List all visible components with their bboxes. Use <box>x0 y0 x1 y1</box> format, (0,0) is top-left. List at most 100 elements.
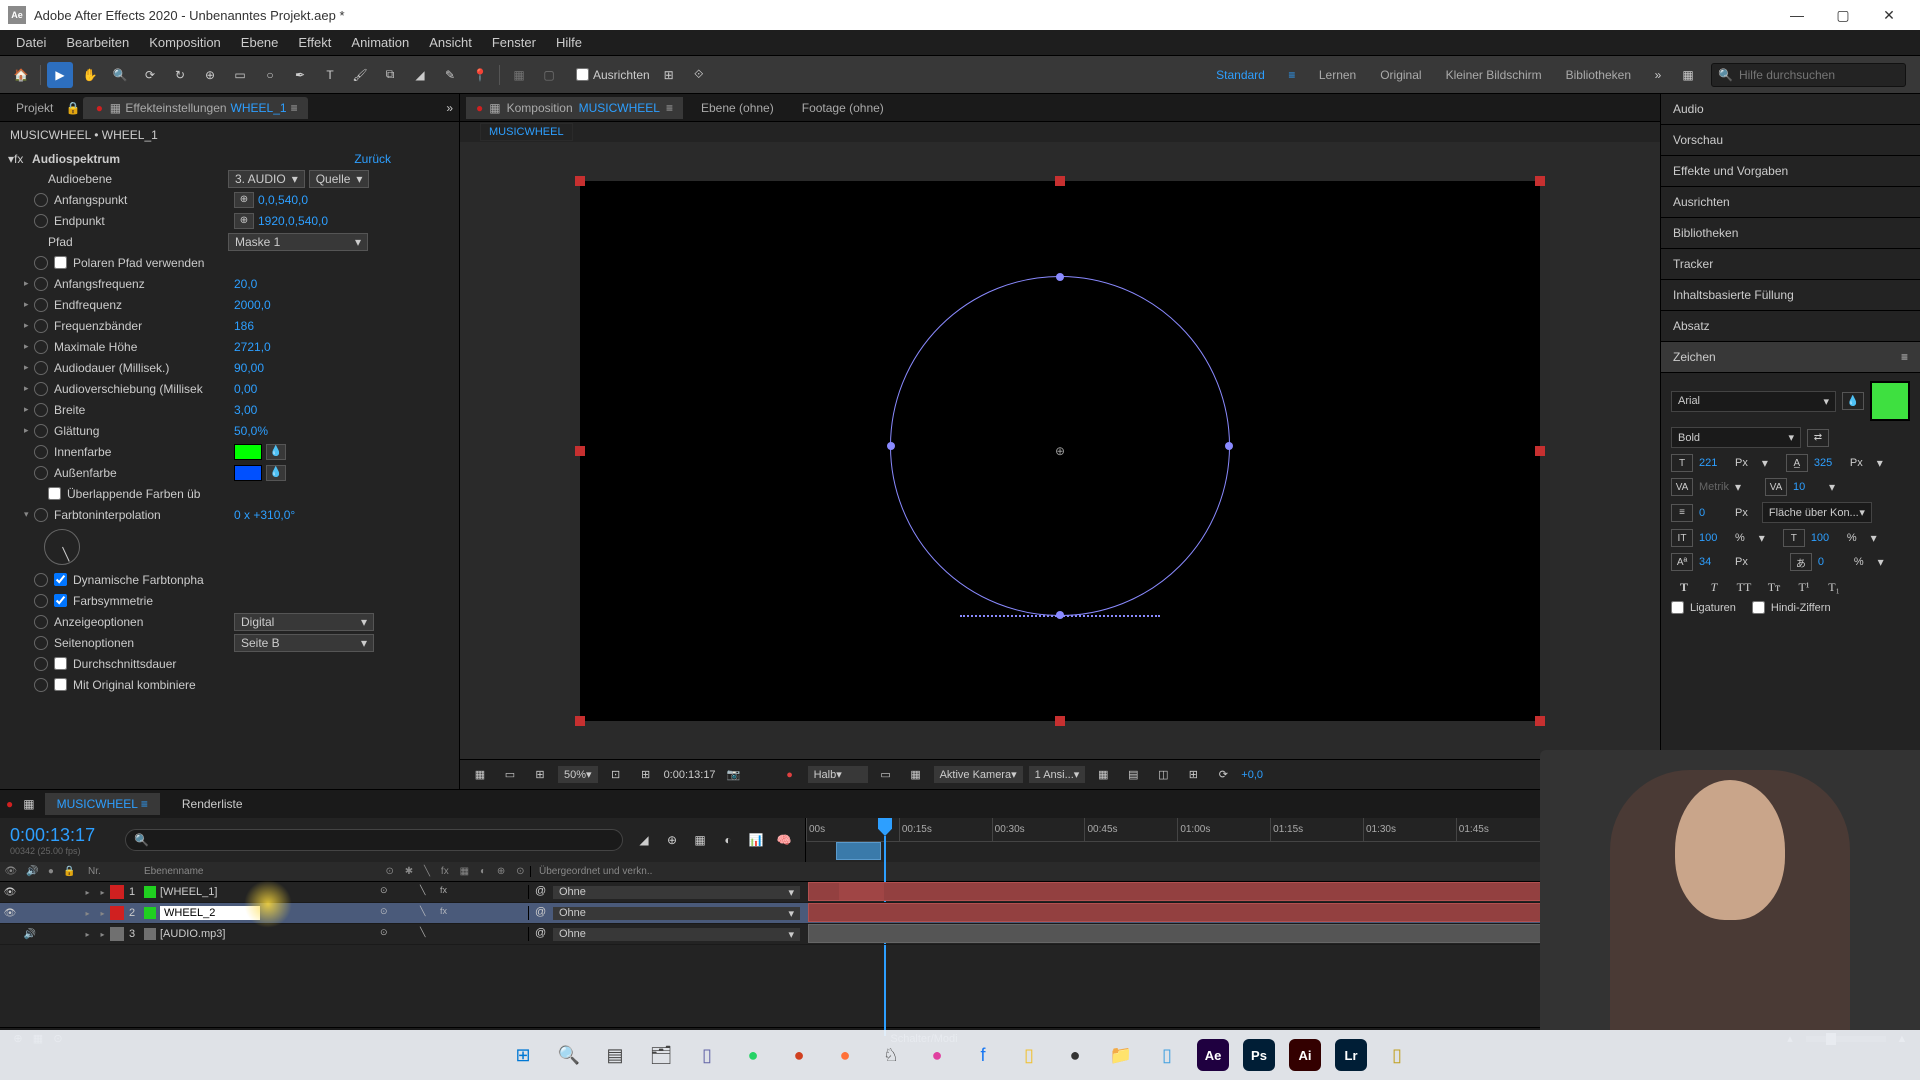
tl-motion-blur-icon[interactable]: ◐ <box>717 829 739 851</box>
panel-absatz[interactable]: Absatz <box>1661 311 1920 342</box>
stopwatch-anfangsfreq[interactable] <box>34 277 48 291</box>
baseline-value[interactable]: 0 <box>1699 507 1729 519</box>
vp-guides-icon[interactable]: ⊞ <box>528 764 552 786</box>
tri-icon[interactable]: ▸ <box>24 362 34 373</box>
vp-res-icon[interactable]: ⊡ <box>604 764 628 786</box>
stopwatch-farbsym[interactable] <box>34 594 48 608</box>
tl-shy-icon[interactable]: ◢ <box>633 829 655 851</box>
workspace-edit-icon[interactable]: ▦ <box>1675 62 1701 88</box>
stopwatch-polaren[interactable] <box>34 256 48 270</box>
taskbar-whatsapp[interactable]: ● <box>733 1035 773 1075</box>
taskbar-lr[interactable]: Lr <box>1331 1035 1371 1075</box>
layer-color-label[interactable] <box>110 885 124 899</box>
parent-dropdown[interactable]: Ohne <box>553 928 800 941</box>
layer-name[interactable] <box>140 906 370 920</box>
taskbar-app1[interactable]: ● <box>779 1035 819 1075</box>
menu-ebene[interactable]: Ebene <box>231 31 289 54</box>
parent-dropdown[interactable]: Ohne <box>553 907 800 920</box>
parent-dropdown[interactable]: Ohne <box>553 886 800 899</box>
anchor-point-icon[interactable]: ⊕ <box>1053 444 1067 458</box>
kerning-value[interactable]: Metrik <box>1699 481 1729 493</box>
endpunkt-value[interactable]: 1920,0,540,0 <box>258 214 328 228</box>
layer-handle[interactable] <box>1535 446 1545 456</box>
italic-button[interactable]: T <box>1701 577 1727 597</box>
vp-view2-icon[interactable]: ▤ <box>1121 764 1145 786</box>
maxhoehe-value[interactable]: 2721,0 <box>234 340 271 354</box>
durchschnitt-checkbox[interactable] <box>54 657 67 670</box>
vscale-value[interactable]: 100 <box>1699 532 1729 544</box>
visibility-toggle[interactable] <box>3 927 17 941</box>
hand-tool[interactable]: ✋ <box>77 62 103 88</box>
viewport-timecode[interactable]: 0:00:13:17 <box>664 769 716 781</box>
rotation-tool[interactable]: ↻ <box>167 62 193 88</box>
stamp-tool[interactable]: ⧉ <box>377 62 403 88</box>
stopwatch-endpunkt[interactable] <box>34 214 48 228</box>
panel-audio[interactable]: Audio <box>1661 94 1920 125</box>
layer-name-input[interactable] <box>160 906 260 920</box>
sw-icon[interactable]: ╲ <box>420 906 434 920</box>
lock-header-icon[interactable]: 🔒 <box>63 866 75 877</box>
taskbar-ai[interactable]: Ai <box>1285 1035 1325 1075</box>
sw-icon[interactable]: fx <box>440 885 454 899</box>
taskbar-taskview[interactable]: ▤ <box>595 1035 635 1075</box>
sw-icon[interactable]: ⊙ <box>380 927 394 941</box>
sw-icon[interactable] <box>400 885 414 899</box>
innenfarbe-swatch[interactable] <box>234 444 262 460</box>
tri-icon[interactable]: ▾ <box>24 509 34 520</box>
roto-tool[interactable]: ✎ <box>437 62 463 88</box>
stopwatch-aussenfarbe[interactable] <box>34 466 48 480</box>
exposure-value[interactable]: +0,0 <box>1241 769 1263 781</box>
layer-color-label[interactable] <box>110 906 124 920</box>
close-button[interactable]: ✕ <box>1866 0 1912 30</box>
taskbar-notepad[interactable]: ▯ <box>1147 1035 1187 1075</box>
taskbar-firefox[interactable]: ● <box>825 1035 865 1075</box>
brush-tool[interactable]: 🖌 <box>347 62 373 88</box>
stopwatch-glaettung[interactable] <box>34 424 48 438</box>
vp-refresh-icon[interactable]: ⟳ <box>1211 764 1235 786</box>
bold-button[interactable]: T <box>1671 577 1697 597</box>
rect-tool[interactable]: ▭ <box>227 62 253 88</box>
sw-icon[interactable]: fx <box>440 906 454 920</box>
workspace-menu-icon[interactable]: ≡ <box>1279 62 1305 88</box>
font-family-dropdown[interactable]: Arial <box>1671 391 1836 412</box>
comp-breadcrumb[interactable]: MUSICWHEEL <box>480 123 573 141</box>
layer-search[interactable]: 🔍 <box>125 829 623 851</box>
menu-bearbeiten[interactable]: Bearbeiten <box>56 31 139 54</box>
sw-icon[interactable]: fx <box>441 866 449 877</box>
panel-menu-icon[interactable]: ≡ <box>141 797 148 811</box>
leading-value[interactable]: 325 <box>1814 457 1844 469</box>
farbton-dial[interactable] <box>44 529 80 565</box>
work-area-bar[interactable] <box>836 842 881 860</box>
vp-view4-icon[interactable]: ⊞ <box>1181 764 1205 786</box>
anfangsfreq-value[interactable]: 20,0 <box>234 277 257 291</box>
tab-ebene[interactable]: Ebene (ohne) <box>691 97 784 119</box>
audioebene-source-dropdown[interactable]: Quelle <box>309 170 370 188</box>
layer-name[interactable]: [WHEEL_1] <box>140 886 370 898</box>
stopwatch-audioverschiebung[interactable] <box>34 382 48 396</box>
timeline-tab-render[interactable]: Renderliste <box>170 793 255 815</box>
views-dropdown[interactable]: 1 Ansi... <box>1029 766 1086 783</box>
menu-komposition[interactable]: Komposition <box>139 31 231 54</box>
tri-icon[interactable]: ▸ <box>24 425 34 436</box>
sw-icon[interactable]: ▦ <box>460 866 469 877</box>
audio-toggle[interactable] <box>23 885 37 899</box>
tri-icon[interactable]: ▸ <box>24 320 34 331</box>
eraser-tool[interactable]: ◢ <box>407 62 433 88</box>
workspace-bibliotheken[interactable]: Bibliotheken <box>1554 64 1643 86</box>
sw-icon[interactable]: ⊙ <box>385 866 393 877</box>
vp-transparency-icon[interactable]: ▦ <box>904 764 928 786</box>
audio-toggle[interactable]: 🔊 <box>23 927 37 941</box>
stopwatch-innenfarbe[interactable] <box>34 445 48 459</box>
shape-stroke-icon[interactable]: ▢ <box>536 62 562 88</box>
layer-handle[interactable] <box>575 446 585 456</box>
layer-handle[interactable] <box>575 176 585 186</box>
menu-effekt[interactable]: Effekt <box>288 31 341 54</box>
sw-icon[interactable] <box>400 906 414 920</box>
tsume-value[interactable]: 34 <box>1699 556 1729 568</box>
vp-region-icon[interactable]: ▭ <box>874 764 898 786</box>
tri-icon[interactable]: ▸ <box>100 930 104 939</box>
sw-icon[interactable] <box>440 927 454 941</box>
home-tool[interactable]: 🏠 <box>8 62 34 88</box>
other-value[interactable]: 0 <box>1818 556 1848 568</box>
pickwhip-icon[interactable]: @ <box>535 906 549 920</box>
